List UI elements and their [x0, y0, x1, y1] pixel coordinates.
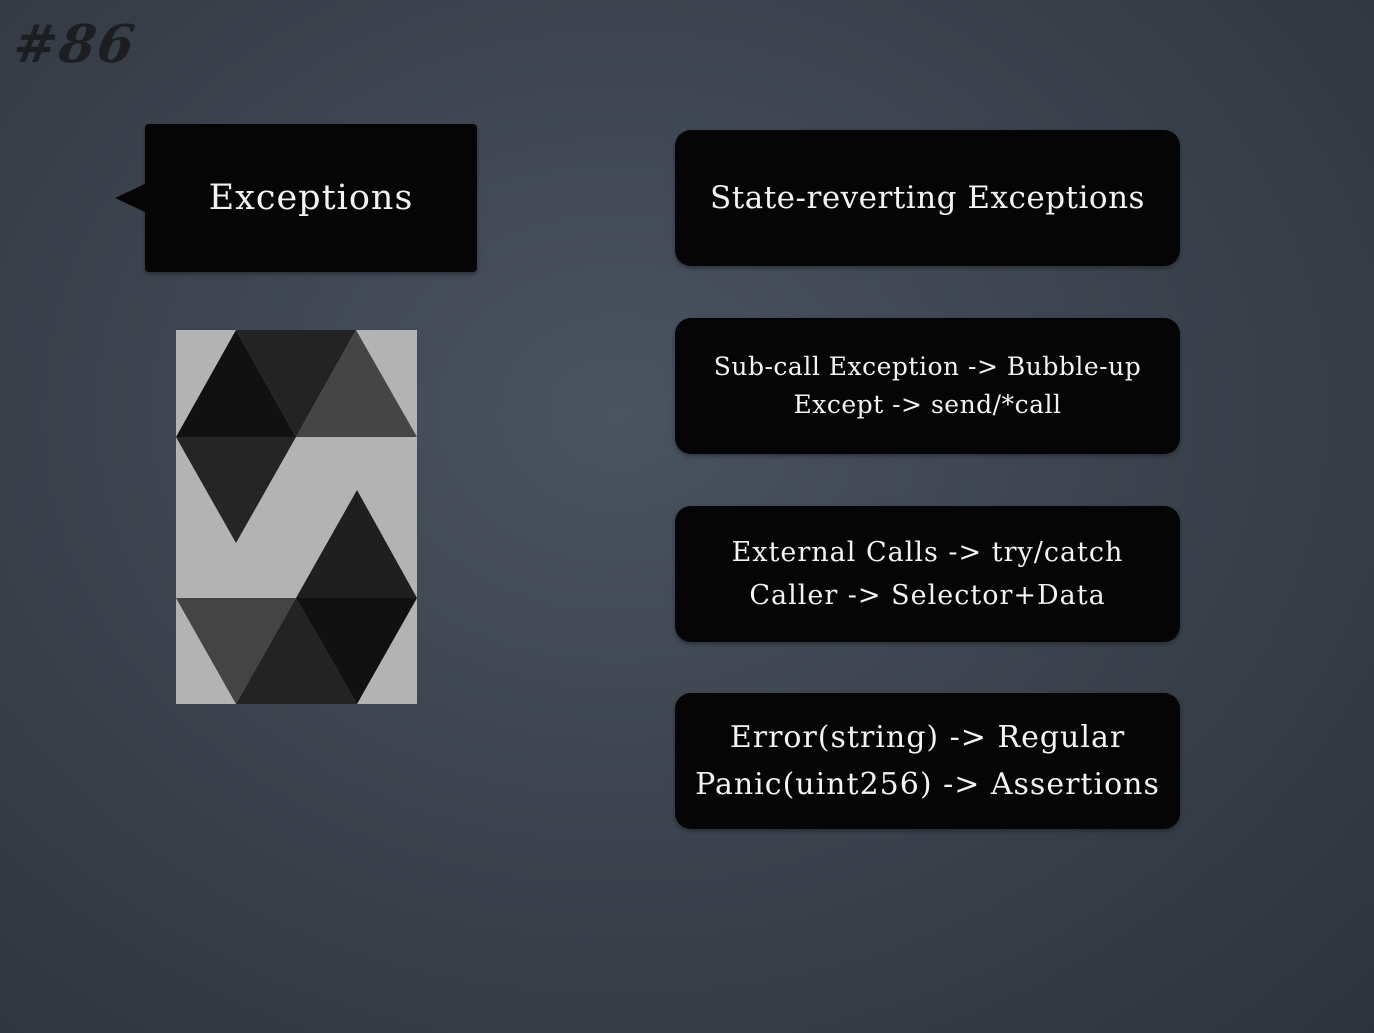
card-external-calls: External Calls -> try/catch Caller -> Se…: [675, 506, 1180, 642]
card-line: Sub-call Exception -> Bubble-up: [713, 352, 1142, 381]
slide: #86 Exceptions State-reverting Exception…: [0, 0, 1374, 1033]
title-callout: Exceptions: [115, 124, 477, 272]
card-line: External Calls -> try/catch: [731, 537, 1124, 568]
card-error-panic: Error(string) -> Regular Panic(uint256) …: [675, 693, 1180, 829]
card-line: Caller -> Selector+Data: [749, 580, 1106, 611]
card-subcall-exception: Sub-call Exception -> Bubble-up Except -…: [675, 318, 1180, 454]
card-line: State-reverting Exceptions: [710, 180, 1145, 216]
card-state-reverting: State-reverting Exceptions: [675, 130, 1180, 266]
solidity-logo: [176, 330, 417, 704]
card-line: Panic(uint256) -> Assertions: [695, 767, 1160, 802]
callout-title: Exceptions: [208, 178, 414, 218]
card-line: Error(string) -> Regular: [729, 720, 1126, 755]
card-line: Except -> send/*call: [793, 390, 1062, 419]
slide-number: #86: [9, 14, 141, 75]
